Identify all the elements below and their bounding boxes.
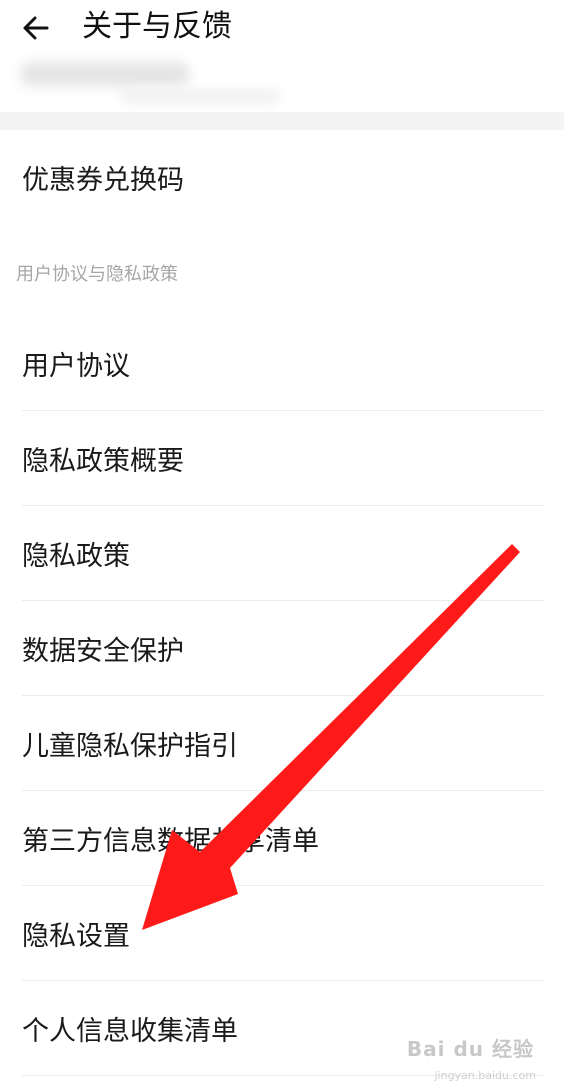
list-item-user-agreement[interactable]: 用户协议 [0,316,564,411]
blurred-account-info [20,62,190,86]
blurred-account-info-secondary [120,90,280,104]
list-item-label: 隐私政策概要 [22,446,184,477]
list-item-privacy-settings[interactable]: 隐私设置 [0,886,564,981]
watermark-url: jingyan.baidu.com [434,1069,536,1082]
back-button[interactable] [14,6,58,50]
back-arrow-icon [23,16,49,40]
list-item-children-privacy[interactable]: 儿童隐私保护指引 [0,696,564,791]
list-item-label: 第三方信息数据共享清单 [22,826,319,857]
list-item-privacy-summary[interactable]: 隐私政策概要 [0,411,564,506]
list-item-label: 个人信息收集清单 [22,1016,238,1047]
list-item-third-party-sharing[interactable]: 第三方信息数据共享清单 [0,791,564,886]
list-item-label: 隐私设置 [22,921,130,952]
section-title: 用户协议与隐私政策 [16,264,178,285]
list-item-data-security[interactable]: 数据安全保护 [0,601,564,696]
list-item-label: 数据安全保护 [22,636,184,667]
list-item-label: 用户协议 [22,351,130,382]
baidu-jingyan-watermark: Bai du 经验 [406,1037,534,1061]
page-title: 关于与反馈 [82,9,232,44]
list-item-privacy-policy[interactable]: 隐私政策 [0,506,564,601]
list-item-label: 儿童隐私保护指引 [22,731,238,762]
coupon-redeem-row[interactable]: 优惠券兑换码 [0,130,564,225]
about-feedback-screen: 关于与反馈 优惠券兑换码 用户协议与隐私政策 用户协议 隐私政策概要 隐私政策 … [0,0,564,1092]
top-bar: 关于与反馈 [0,0,564,54]
list-item-label: 隐私政策 [22,541,130,572]
section-divider [0,112,564,130]
coupon-redeem-label: 优惠券兑换码 [22,165,184,196]
